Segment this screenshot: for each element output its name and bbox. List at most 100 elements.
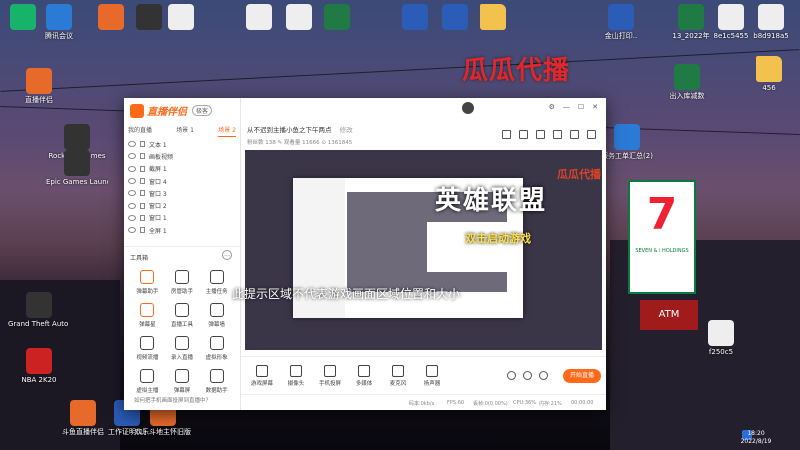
desktop-icon[interactable] (150, 4, 212, 32)
eye-icon[interactable] (128, 214, 136, 221)
lock-icon[interactable] (140, 165, 145, 172)
settings-icon[interactable]: ⚙ (549, 103, 555, 111)
desktop-icon[interactable]: 456 (738, 56, 800, 93)
edit-title-link[interactable]: 修改 (340, 126, 353, 134)
gear-icon[interactable] (539, 371, 548, 380)
scene-item[interactable]: 窗口 1 (128, 212, 236, 224)
eye-icon[interactable] (128, 227, 136, 234)
version-badge[interactable]: 极客 (192, 105, 213, 116)
desktop-icon-label: Grand Theft Auto V (8, 320, 70, 328)
screenshot-icon[interactable] (553, 130, 562, 139)
scene-item[interactable]: 窗口 3 (128, 187, 236, 199)
eye-icon[interactable] (128, 165, 136, 172)
lock-icon[interactable] (140, 227, 145, 234)
tool-label: 弹幕屏 (173, 388, 191, 394)
scene-item[interactable]: 窗口 2 (128, 199, 236, 211)
tool-item[interactable]: 弹幕星 (130, 303, 165, 328)
tool-item[interactable]: 弹幕墙 (199, 303, 234, 328)
tool-icon (209, 369, 224, 383)
scene-item[interactable]: 全屏 1 (128, 224, 236, 236)
taskbar-clock[interactable]: 18:20 2022/8/19 (726, 430, 786, 446)
blue-icon (614, 124, 640, 150)
tool-item[interactable]: 虚拟主播 (130, 369, 165, 394)
scene-tab[interactable]: 我的直播 (128, 125, 152, 137)
desktop-icon[interactable]: 直播伴侣 (8, 68, 70, 105)
eye-icon[interactable] (128, 190, 136, 197)
minimize-icon[interactable]: — (563, 103, 570, 111)
share-out-icon[interactable] (587, 130, 596, 139)
source-tool[interactable]: 多媒体 (349, 365, 379, 387)
blue-icon (46, 4, 72, 30)
desktop-icon[interactable] (462, 4, 524, 32)
layout-icon[interactable] (536, 130, 545, 139)
tool-item[interactable]: 数据助手 (199, 369, 234, 394)
app-logo: 直播伴侣 极客 (130, 103, 213, 118)
tool-item[interactable]: 弹幕屏 (165, 369, 200, 394)
source-tool-label: 摄像头 (287, 381, 305, 387)
scene-item[interactable]: 截屏 1 (128, 163, 236, 175)
desktop-icon-label: 456 (762, 84, 776, 92)
eye-icon[interactable] (128, 178, 136, 185)
scene-item[interactable]: 窗口 4 (128, 175, 236, 187)
clock-time: 18:20 (747, 430, 765, 437)
status-cpu: CPU:36% (513, 400, 536, 406)
footer-tip[interactable]: 如何把手机画面投屏到直播中？ (134, 396, 211, 404)
preview-canvas[interactable]: 英雄联盟 瓜瓜代播 双击启动游戏 (245, 150, 602, 350)
eye-icon[interactable] (128, 202, 136, 209)
tool-item[interactable]: 录入直播 (165, 336, 200, 361)
tool-icon (209, 270, 224, 284)
start-live-button[interactable]: 开始直播 (563, 369, 601, 383)
toolbox-more-icon[interactable]: … (222, 250, 232, 260)
eye-icon[interactable] (128, 141, 136, 148)
tool-item[interactable]: 房管助手 (165, 270, 200, 295)
source-toolbar: 开始直播 游戏屏幕 摄像头 手机投屏 多媒体 麦克风 扬声器 (241, 356, 606, 391)
lock-icon[interactable] (140, 178, 145, 185)
desktop-icon[interactable] (306, 4, 368, 32)
source-tool[interactable]: 手机投屏 (315, 365, 345, 387)
desktop-icon[interactable]: Epic Games Launcher (46, 150, 108, 187)
lock-icon[interactable] (140, 190, 145, 197)
lock-icon[interactable] (140, 153, 145, 160)
desktop-icon-label: b8d918a5 (753, 32, 789, 40)
desktop-icon[interactable]: 金山打印.. (590, 4, 652, 41)
eye-icon[interactable] (128, 153, 136, 160)
tool-icon (209, 303, 224, 317)
lock-icon[interactable] (140, 214, 145, 221)
desktop-icon[interactable]: Grand Theft Auto V (8, 292, 70, 329)
source-tool[interactable]: 扬声器 (417, 365, 447, 387)
video-icon[interactable] (507, 371, 516, 380)
tool-item[interactable]: 主播任务 (199, 270, 234, 295)
tool-item[interactable]: 弹幕助手 (130, 270, 165, 295)
scene-item[interactable]: 文本 1 (128, 138, 236, 150)
source-tool[interactable]: 麦克风 (383, 365, 413, 387)
scene-tab[interactable]: 场景 1 (176, 125, 194, 137)
overlay-hint: 此提示区域不代表游戏画面区域位置和大小 (232, 287, 461, 301)
avatar[interactable] (462, 102, 474, 114)
source-tool-label: 游戏屏幕 (250, 381, 273, 387)
seven-eleven-sign: 7 SEVEN & i HOLDINGS (628, 180, 696, 294)
source-tool[interactable]: 摄像头 (281, 365, 311, 387)
maximize-icon[interactable]: ☐ (578, 103, 584, 111)
stream-title: 从不迟到主播小鱼之下午两点 (247, 126, 332, 134)
source-tool[interactable]: 游戏屏幕 (247, 365, 277, 387)
tool-label: 视频流播 (136, 355, 159, 361)
record-icon[interactable] (570, 130, 579, 139)
share-icon[interactable] (502, 130, 511, 139)
desktop-icon[interactable]: NBA 2K20 (8, 348, 70, 385)
tool-item[interactable]: 视频流播 (130, 336, 165, 361)
desktop-icon[interactable]: f250c5 (690, 320, 752, 357)
tool-icon (140, 270, 155, 284)
lock-icon[interactable] (140, 141, 145, 148)
desktop-icon[interactable]: b8d918a5 (740, 4, 800, 41)
lock-icon[interactable] (140, 202, 145, 209)
desktop-icon[interactable]: 出入库减数 (656, 64, 718, 101)
lock-icon[interactable] (519, 130, 528, 139)
close-icon[interactable]: ✕ (592, 103, 598, 111)
eye-icon[interactable] (523, 371, 532, 380)
app-icon (26, 68, 52, 94)
scene-item[interactable]: 画板视频 (128, 150, 236, 162)
tool-label: 弹幕星 (139, 322, 156, 328)
tool-item[interactable]: 虚拟形象 (199, 336, 234, 361)
scene-tab[interactable]: 场景 2 (218, 125, 236, 137)
tool-item[interactable]: 直播工具 (165, 303, 200, 328)
